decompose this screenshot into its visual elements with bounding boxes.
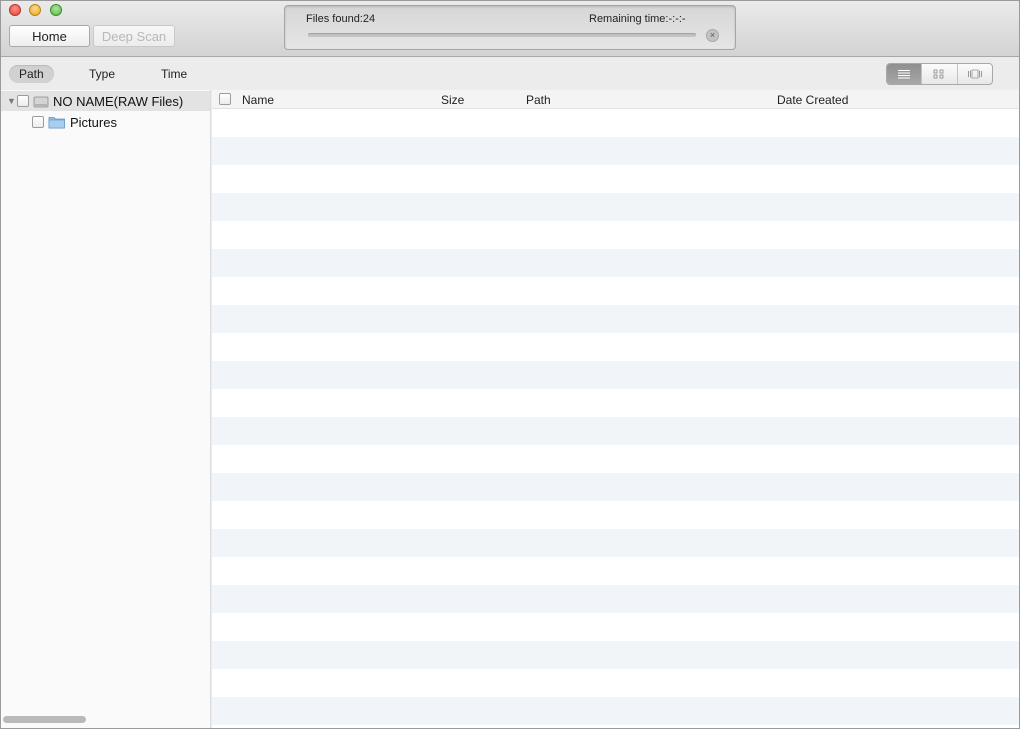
tree-pictures-label: Pictures: [70, 114, 117, 130]
folder-icon: [48, 117, 65, 129]
filter-tab-type[interactable]: Type: [79, 65, 125, 83]
empty-table-row: [212, 697, 1020, 725]
empty-table-row: [212, 277, 1020, 305]
minimize-window-button[interactable]: [29, 4, 41, 16]
coverflow-view-button[interactable]: [956, 64, 992, 84]
empty-table-row: [212, 221, 1020, 249]
stop-scan-button[interactable]: ×: [706, 29, 719, 42]
drive-icon: [33, 96, 49, 108]
tree-item-pictures[interactable]: Pictures: [0, 112, 210, 132]
empty-table-row: [212, 585, 1020, 613]
tree-root-checkbox[interactable]: [17, 95, 29, 107]
disclosure-triangle-icon[interactable]: ▼: [7, 96, 17, 106]
empty-table-row: [212, 249, 1020, 277]
column-header-path[interactable]: Path: [526, 93, 551, 107]
file-list-table: Name Size Path Date Created: [212, 90, 1020, 729]
column-header-name[interactable]: Name: [242, 93, 274, 107]
close-window-button[interactable]: [9, 4, 21, 16]
grid-view-icon: [934, 69, 944, 79]
empty-table-row: [212, 473, 1020, 501]
folder-tree-sidebar: ▼ NO NAME(RAW Files) Pictures: [0, 90, 211, 729]
window-toolbar: Home Deep Scan Files found:24 Remaining …: [0, 0, 1020, 57]
empty-table-row: [212, 501, 1020, 529]
empty-table-row: [212, 417, 1020, 445]
empty-table-row: [212, 305, 1020, 333]
deep-scan-button[interactable]: Deep Scan: [93, 25, 175, 47]
tree-root-label: NO NAME(RAW Files): [53, 93, 184, 109]
empty-table-row: [212, 529, 1020, 557]
empty-table-row: [212, 445, 1020, 473]
remaining-time-label: Remaining time:-:-:-: [589, 13, 686, 25]
list-view-button[interactable]: [887, 64, 922, 84]
zoom-window-button[interactable]: [50, 4, 62, 16]
empty-table-row: [212, 165, 1020, 193]
coverflow-view-icon: [967, 69, 982, 79]
table-body: [212, 109, 1020, 725]
empty-table-row: [212, 557, 1020, 585]
scan-status-panel: Files found:24 Remaining time:-:-:- ×: [284, 5, 736, 50]
table-header: Name Size Path Date Created: [212, 90, 1020, 109]
column-header-size[interactable]: Size: [441, 93, 464, 107]
empty-table-row: [212, 109, 1020, 137]
grid-view-button[interactable]: [921, 64, 956, 84]
filter-tab-time[interactable]: Time: [151, 65, 197, 83]
select-all-checkbox[interactable]: [219, 93, 231, 105]
empty-table-row: [212, 193, 1020, 221]
scan-progress-bar: [308, 33, 696, 37]
column-header-date-created[interactable]: Date Created: [777, 93, 848, 107]
view-mode-selector: [886, 63, 993, 85]
files-found-label: Files found:24: [306, 13, 376, 25]
tree-pictures-checkbox[interactable]: [32, 116, 44, 128]
close-icon: ×: [709, 30, 716, 40]
filter-tab-path[interactable]: Path: [9, 65, 54, 83]
empty-table-row: [212, 361, 1020, 389]
filter-bar: Path Type Time: [0, 57, 1020, 90]
tree-item-root[interactable]: ▼ NO NAME(RAW Files): [0, 91, 210, 111]
empty-table-row: [212, 389, 1020, 417]
empty-table-row: [212, 137, 1020, 165]
empty-table-row: [212, 641, 1020, 669]
empty-table-row: [212, 333, 1020, 361]
empty-table-row: [212, 613, 1020, 641]
sidebar-horizontal-scrollbar[interactable]: [3, 716, 86, 723]
list-view-icon: [898, 70, 911, 79]
empty-table-row: [212, 669, 1020, 697]
home-button[interactable]: Home: [9, 25, 90, 47]
